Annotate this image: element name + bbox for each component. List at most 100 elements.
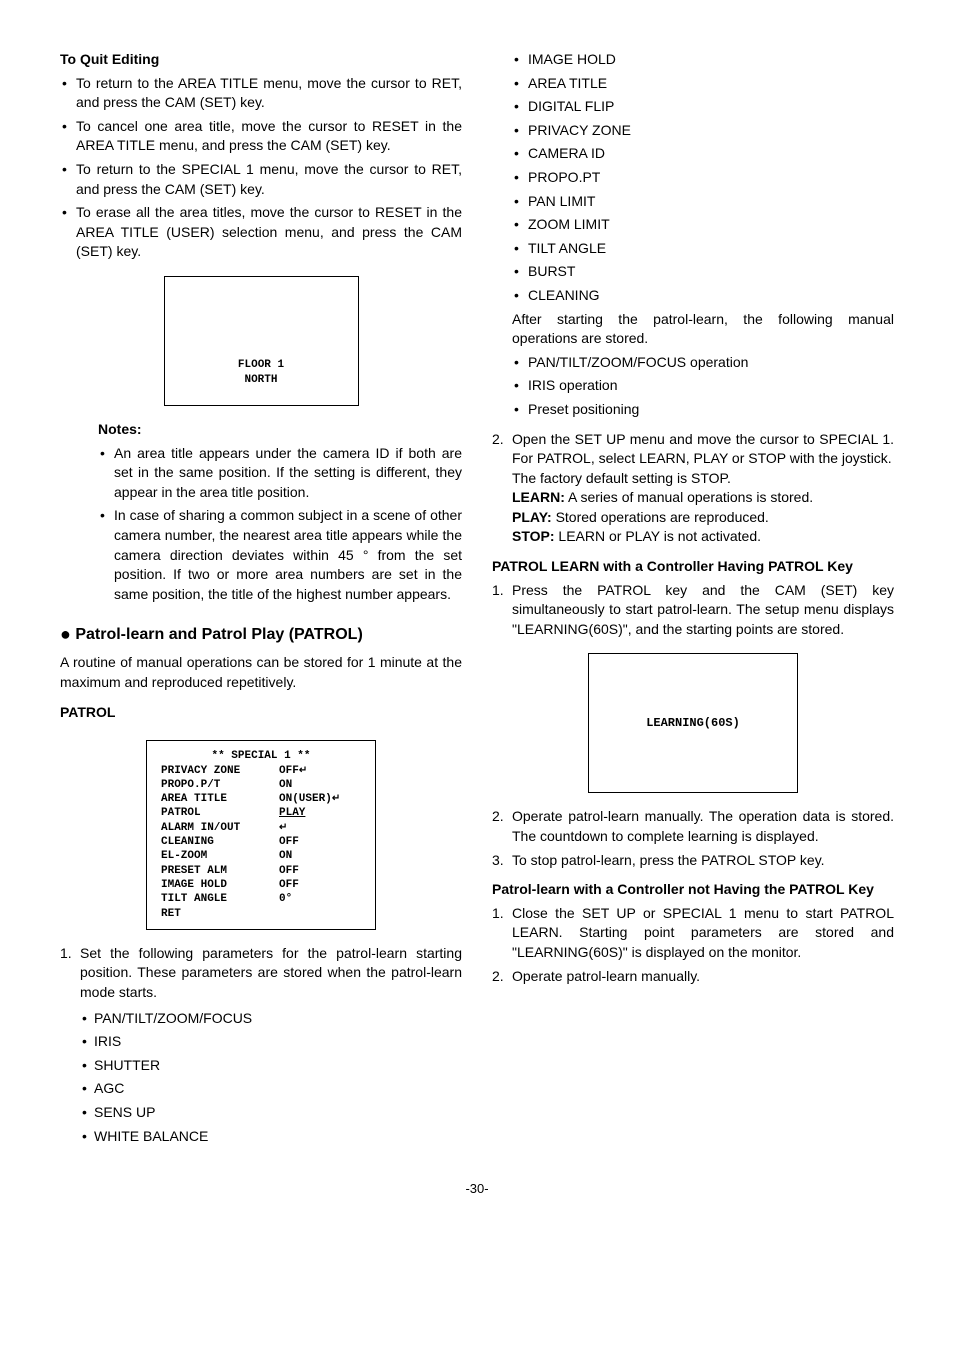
quit-editing-list: To return to the AREA TITLE menu, move t… (60, 74, 462, 262)
list-item: An area title appears under the camera I… (98, 444, 462, 503)
osd-label: ALARM IN/OUT (161, 821, 279, 835)
list-item: In case of sharing a common subject in a… (98, 506, 462, 604)
play-text: Stored operations are reproduced. (552, 509, 769, 525)
osd-row: EL-ZOOMON (161, 849, 361, 863)
osd-line: FLOOR 1 (238, 358, 284, 372)
osd-label: CLEANING (161, 835, 279, 849)
heading-quit-editing: To Quit Editing (60, 50, 462, 70)
list-item: IMAGE HOLD (512, 50, 894, 70)
list-item: AREA TITLE (512, 74, 894, 94)
patrol-step-list-2: Open the SET UP menu and move the cursor… (492, 430, 894, 548)
osd-value: ON(USER) (279, 792, 332, 806)
osd-label: EL-ZOOM (161, 849, 279, 863)
list-item: PAN LIMIT (512, 192, 894, 212)
osd-row: PRESET ALMOFF (161, 864, 361, 878)
list-item: CAMERA ID (512, 144, 894, 164)
list-item: Set the following parameters for the pat… (60, 944, 462, 1146)
osd-row: TILT ANGLE0° (161, 892, 361, 906)
heading-text: Patrol-learn and Patrol Play (PATROL) (75, 626, 362, 643)
with-key-steps: Press the PATROL key and the CAM (SET) k… (492, 581, 894, 640)
heading-patrol: PATROL (60, 703, 462, 723)
step-text: Set the following parameters for the pat… (80, 945, 462, 1000)
list-item: DIGITAL FLIP (512, 97, 894, 117)
list-item: BURST (512, 262, 894, 282)
page-number: -30- (60, 1180, 894, 1198)
list-item: To stop patrol-learn, press the PATROL S… (492, 851, 894, 871)
list-item: CLEANING (512, 286, 894, 306)
list-item: To erase all the area titles, move the c… (60, 203, 462, 262)
osd-screen-floor: FLOOR 1 NORTH (164, 276, 359, 406)
osd-label: PRESET ALM (161, 864, 279, 878)
patrol-step-list: Set the following parameters for the pat… (60, 944, 462, 1146)
list-item: PROPO.PT (512, 168, 894, 188)
list-item: TILT ANGLE (512, 239, 894, 259)
osd-value: PLAY (279, 806, 305, 820)
list-item: Operate patrol-learn manually. The opera… (492, 807, 894, 846)
osd-row: PRIVACY ZONEOFF ↵ (161, 764, 361, 778)
patrol-intro: A routine of manual operations can be st… (60, 653, 462, 692)
param-list: PAN/TILT/ZOOM/FOCUS IRIS SHUTTER AGC SEN… (80, 1009, 462, 1147)
osd-value: OFF (279, 835, 299, 849)
osd-value: OFF (279, 864, 299, 878)
step-text: The factory default setting is STOP. (512, 470, 731, 486)
step-text: Open the SET UP menu and move the cursor… (512, 431, 894, 467)
bullet-icon: ● (60, 624, 71, 644)
notes-list: An area title appears under the camera I… (98, 444, 462, 605)
osd-label: PROPO.P/T (161, 778, 279, 792)
learn-label: LEARN: (512, 489, 565, 505)
without-key-steps: Close the SET UP or SPECIAL 1 menu to st… (492, 904, 894, 986)
osd-screen-learning: LEARNING(60S) (588, 653, 798, 793)
list-item: Press the PATROL key and the CAM (SET) k… (492, 581, 894, 640)
osd-value: 0° (279, 892, 292, 906)
osd-row: IMAGE HOLDOFF (161, 878, 361, 892)
list-item: AGC (80, 1079, 462, 1099)
list-item: PAN/TILT/ZOOM/FOCUS (80, 1009, 462, 1029)
heading-patrol-learn-play: ● Patrol-learn and Patrol Play (PATROL) (60, 622, 462, 647)
list-item: ZOOM LIMIT (512, 215, 894, 235)
with-key-steps-cont: Operate patrol-learn manually. The opera… (492, 807, 894, 870)
right-column: IMAGE HOLD AREA TITLE DIGITAL FLIP PRIVA… (492, 50, 894, 1150)
list-item: WHITE BALANCE (80, 1127, 462, 1147)
list-item: To cancel one area title, move the curso… (60, 117, 462, 156)
heading-with-patrol-key: PATROL LEARN with a Controller Having PA… (492, 557, 894, 577)
osd-value: OFF (279, 764, 299, 778)
learn-text: A series of manual operations is stored. (565, 489, 813, 505)
list-item: SENS UP (80, 1103, 462, 1123)
osd-row: RET (161, 907, 361, 921)
osd-line: LEARNING(60S) (646, 716, 740, 732)
stop-text: LEARN or PLAY is not activated. (555, 528, 761, 544)
osd-label: PRIVACY ZONE (161, 764, 279, 778)
after-start-text: After starting the patrol-learn, the fol… (512, 310, 894, 349)
list-item: Preset positioning (512, 400, 894, 420)
osd-title: ** SPECIAL 1 ** (161, 749, 361, 763)
list-item: To return to the SPECIAL 1 menu, move th… (60, 160, 462, 199)
osd-row: PATROLPLAY (161, 806, 361, 820)
play-label: PLAY: (512, 509, 552, 525)
list-item: Open the SET UP menu and move the cursor… (492, 430, 894, 548)
list-item: PAN/TILT/ZOOM/FOCUS operation (512, 353, 894, 373)
osd-value: ON (279, 849, 292, 863)
param-list-cont: IMAGE HOLD AREA TITLE DIGITAL FLIP PRIVA… (492, 50, 894, 306)
osd-label: RET (161, 907, 279, 921)
list-item: Operate patrol-learn manually. (492, 967, 894, 987)
osd-label: TILT ANGLE (161, 892, 279, 906)
arrow-icon: ↵ (279, 821, 287, 835)
list-item: IRIS operation (512, 376, 894, 396)
osd-label: AREA TITLE (161, 792, 279, 806)
osd-row: CLEANINGOFF (161, 835, 361, 849)
osd-row: PROPO.P/TON (161, 778, 361, 792)
arrow-icon: ↵ (299, 764, 307, 778)
after-start-list: PAN/TILT/ZOOM/FOCUS operation IRIS opera… (492, 353, 894, 420)
stop-label: STOP: (512, 528, 555, 544)
osd-screen-special1: ** SPECIAL 1 ** PRIVACY ZONEOFF ↵PROPO.P… (146, 740, 376, 930)
list-item: PRIVACY ZONE (512, 121, 894, 141)
osd-label: PATROL (161, 806, 279, 820)
heading-without-patrol-key: Patrol-learn with a Controller not Havin… (492, 880, 894, 900)
osd-label: IMAGE HOLD (161, 878, 279, 892)
notes-heading: Notes: (98, 420, 462, 440)
list-item: IRIS (80, 1032, 462, 1052)
osd-line: NORTH (244, 373, 277, 387)
left-column: To Quit Editing To return to the AREA TI… (60, 50, 462, 1150)
arrow-icon: ↵ (332, 792, 340, 806)
osd-value: ON (279, 778, 292, 792)
